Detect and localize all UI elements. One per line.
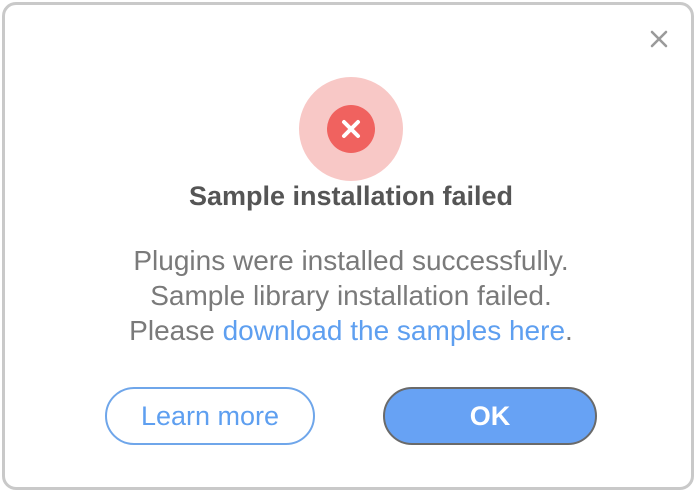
error-dialog: Sample installation failed Plugins were … (2, 2, 694, 490)
ok-button[interactable]: OK (383, 387, 597, 445)
dialog-message: Plugins were installed successfully. Sam… (5, 243, 697, 348)
error-x-icon (327, 105, 375, 153)
message-line-1: Plugins were installed successfully. (133, 245, 569, 276)
learn-more-button[interactable]: Learn more (105, 387, 315, 445)
dialog-title: Sample installation failed (188, 181, 514, 211)
download-samples-link[interactable]: download the samples here (223, 315, 565, 346)
message-line-3: Please download the samples here. (5, 313, 697, 348)
close-icon (650, 30, 668, 48)
message-line-2: Sample library installation failed. (150, 280, 552, 311)
message-line-3-suffix: . (565, 315, 573, 346)
error-status-badge (299, 77, 403, 181)
close-button[interactable] (645, 25, 673, 53)
message-line-3-prefix: Please (129, 315, 223, 346)
